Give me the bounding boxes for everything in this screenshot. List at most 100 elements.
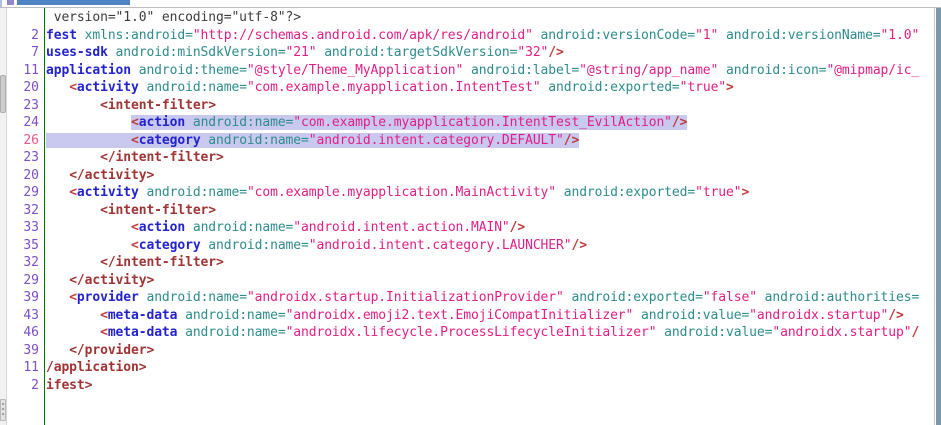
gutter-line-number: 29 (7, 184, 39, 202)
code-line[interactable]: <category android:name="android.intent.c… (46, 237, 934, 255)
syntax-token-plain (46, 168, 69, 183)
tab-accent-bar (17, 0, 130, 5)
gutter-line-number: 39 (7, 342, 39, 360)
syntax-token-rtag: <intent-filter> (100, 203, 216, 218)
code-line[interactable]: </provider> (46, 342, 934, 360)
syntax-token-delim: /> (888, 308, 903, 323)
syntax-token-delim: /> (564, 133, 579, 148)
vertical-dots-grip-icon (2, 413, 4, 415)
syntax-token-attr: android:theme= (131, 63, 247, 78)
syntax-token-val: "1" (695, 28, 718, 43)
syntax-token-tag: meta-data (108, 308, 178, 323)
gutter-line-number: 32 (7, 202, 39, 220)
text-selection-highlight: <action android:name="com.example.myappl… (131, 115, 687, 130)
syntax-token-rtag: </intent-filter> (100, 255, 224, 270)
syntax-token-delim: /> (672, 115, 687, 130)
code-line[interactable]: <intent-filter> (46, 97, 934, 115)
syntax-token-rtag: ifest> (46, 378, 92, 393)
syntax-token-val: "@string/app_name" (579, 63, 718, 78)
syntax-token-rtag: </intent-filter> (100, 150, 224, 165)
code-line[interactable]: <meta-data android:name="androidx.lifecy… (46, 324, 934, 342)
gutter-line-number: 32 (7, 254, 39, 272)
syntax-token-attr: android:label= (463, 63, 579, 78)
vertical-scrollbar[interactable] (934, 8, 941, 425)
syntax-token-val: "androidx.startup" (749, 308, 888, 323)
code-text-area[interactable]: version="1.0" encoding="utf-8"?> fest xml… (45, 8, 934, 425)
syntax-token-attr: android:name= (177, 308, 285, 323)
syntax-token-plain (46, 203, 100, 218)
code-line[interactable]: </intent-filter> (46, 149, 934, 167)
syntax-token-tag: action (139, 115, 185, 130)
syntax-token-val: "true" (680, 80, 726, 95)
code-line[interactable]: </activity> (46, 272, 934, 290)
gutter-line-number: 46 (7, 324, 39, 342)
code-line[interactable]: <category android:name="android.intent.c… (46, 132, 934, 150)
syntax-token-attr: xmlns:android= (77, 28, 193, 43)
syntax-token-attr: android:versionName= (718, 28, 880, 43)
syntax-token-attr: android:value= (656, 325, 772, 340)
syntax-token-plain (46, 115, 131, 130)
syntax-token-tag: action (139, 220, 185, 235)
xml-editor-area[interactable]: 271120232426232029323335322939434639112 … (7, 8, 934, 425)
syntax-token-val: "21" (286, 45, 317, 60)
syntax-token-val: "android.intent.category.DEFAULT" (309, 133, 564, 148)
syntax-token-rtag: /application> (46, 360, 146, 375)
syntax-token-attr: android:name= (185, 220, 293, 235)
syntax-token-tag: activity (77, 185, 139, 200)
code-line[interactable]: <meta-data android:name="androidx.emoji2… (46, 307, 934, 325)
syntax-token-delim: < (131, 133, 139, 148)
code-line[interactable]: <activity android:name="com.example.myap… (46, 184, 934, 202)
gutter-line-number: 43 (7, 307, 39, 325)
left-scroll-thumb[interactable] (0, 75, 6, 113)
syntax-token-attr: android:icon= (718, 63, 826, 78)
syntax-token-attr: android:exported= (541, 80, 680, 95)
syntax-token-val: "@mipmap/ic_ (826, 63, 919, 78)
collapsed-side-panel-strip[interactable] (0, 8, 7, 425)
syntax-token-delim: < (100, 308, 108, 323)
syntax-token-attr: android:name= (185, 115, 293, 130)
window-edge-accent (0, 0, 2, 7)
code-line[interactable]: /application> (46, 359, 934, 377)
syntax-token-plain (46, 238, 131, 253)
code-line[interactable]: </intent-filter> (46, 254, 934, 272)
code-line[interactable]: <action android:name="com.example.myappl… (46, 114, 934, 132)
syntax-token-attr: android:value= (633, 308, 749, 323)
syntax-token-plain: version="1.0" encoding="utf-8"?> (46, 10, 301, 25)
panel-grip-handle[interactable] (0, 399, 6, 421)
syntax-token-tag: uses-sdk (46, 45, 108, 60)
gutter-line-number: 39 (7, 289, 39, 307)
code-editor-window: 271120232426232029323335322939434639112 … (0, 0, 941, 425)
syntax-token-plain (46, 308, 100, 323)
syntax-token-attr: android:name= (139, 185, 247, 200)
gutter-line-number: 11 (7, 62, 39, 80)
code-line[interactable]: <activity android:name="com.example.myap… (46, 79, 934, 97)
syntax-token-attr: android:versionCode= (533, 28, 695, 43)
syntax-token-delim: < (69, 290, 77, 305)
vertical-dots-grip-icon (2, 403, 4, 405)
code-line[interactable]: <provider android:name="androidx.startup… (46, 289, 934, 307)
syntax-token-tag: activity (77, 80, 139, 95)
code-line[interactable]: application android:theme="@style/Theme_… (46, 62, 934, 80)
code-line[interactable]: ifest> (46, 377, 934, 395)
syntax-token-delim: /> (548, 45, 563, 60)
syntax-token-attr: android:exported= (564, 290, 703, 305)
syntax-token-attr: android:name= (201, 133, 309, 148)
code-line[interactable]: <intent-filter> (46, 202, 934, 220)
toolbar-icon-fragment (7, 0, 14, 5)
code-line[interactable]: </activity> (46, 167, 934, 185)
syntax-token-plain (46, 150, 100, 165)
code-line[interactable]: version="1.0" encoding="utf-8"?> (46, 9, 934, 27)
syntax-token-attr: android:name= (177, 325, 285, 340)
code-line[interactable]: <action android:name="android.intent.act… (46, 219, 934, 237)
gutter-line-number: 35 (7, 237, 39, 255)
syntax-token-val: "http://schemas.android.com/apk/res/andr… (193, 28, 533, 43)
vertical-scrollbar-thumb[interactable] (936, 8, 941, 425)
line-number-gutter: 271120232426232029323335322939434639112 (7, 8, 45, 425)
gutter-line-number: 20 (7, 79, 39, 97)
syntax-token-val: "com.example.myapplication.IntentTest_Ev… (293, 115, 672, 130)
code-line[interactable]: uses-sdk android:minSdkVersion="21" andr… (46, 44, 934, 62)
code-line[interactable]: fest xmlns:android="http://schemas.andro… (46, 27, 934, 45)
syntax-token-rtag: </activity> (69, 168, 154, 183)
syntax-token-attr: android:targetSdkVersion= (316, 45, 517, 60)
gutter-line-number: 11 (7, 359, 39, 377)
